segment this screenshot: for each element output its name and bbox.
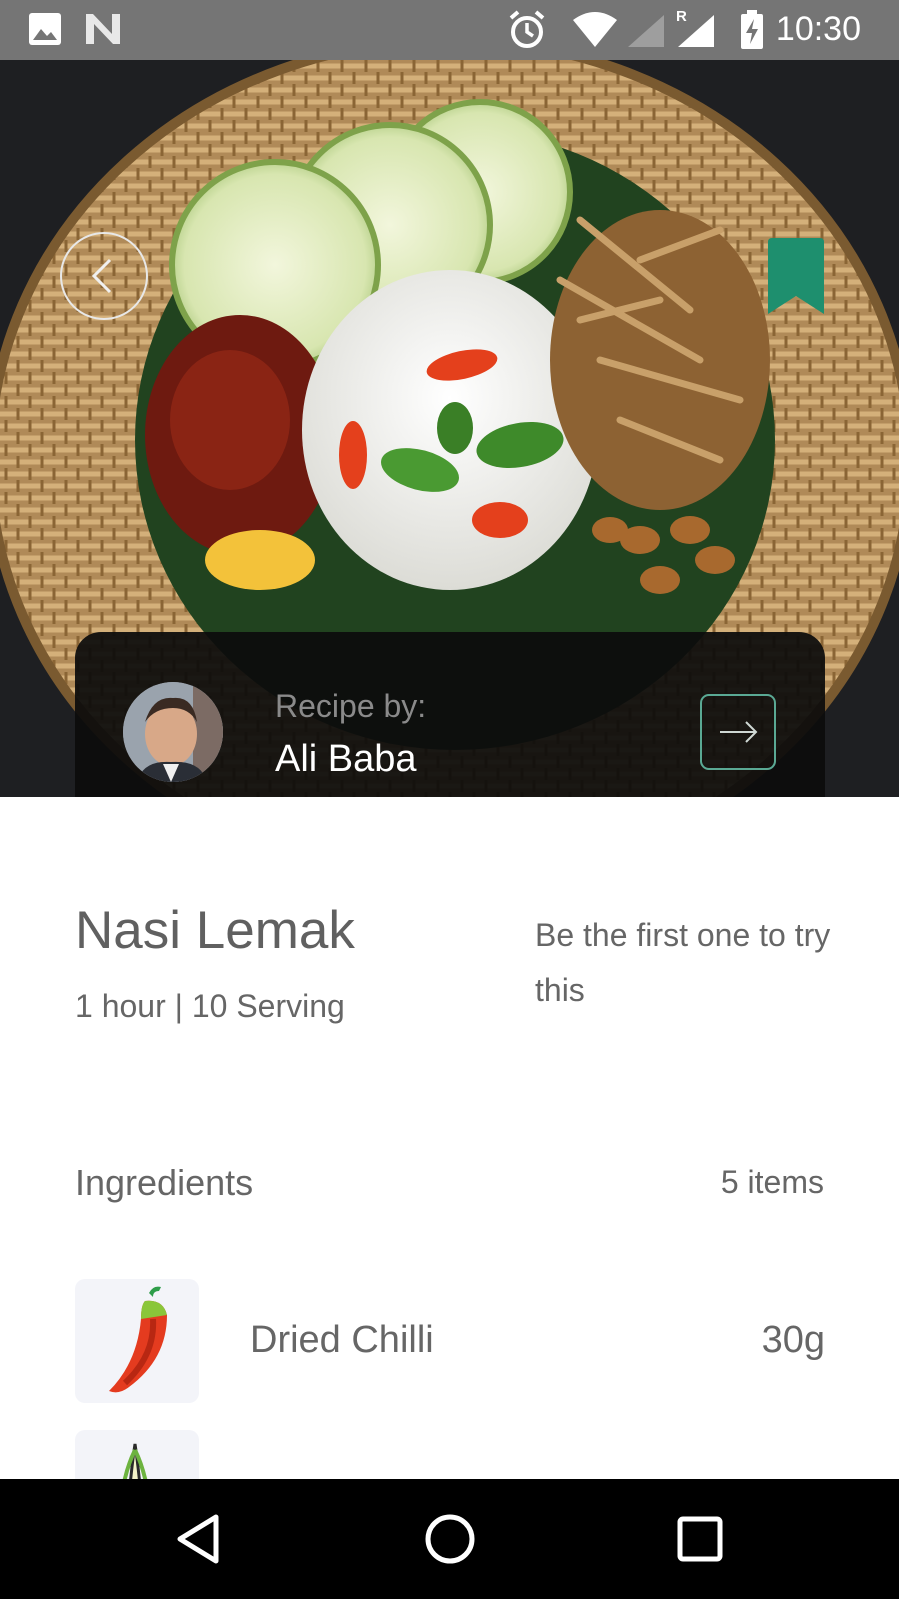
n-logo-icon (84, 12, 122, 51)
ingredient-row[interactable] (75, 1430, 825, 1479)
ingredients-heading: Ingredients (75, 1162, 254, 1203)
bookmark-button[interactable] (768, 238, 824, 314)
nav-home-icon (425, 1514, 475, 1564)
author-photo (123, 682, 223, 782)
lemongrass-icon (122, 1443, 148, 1479)
avatar[interactable] (123, 682, 223, 782)
back-button[interactable] (60, 232, 148, 320)
battery-charging-icon (740, 10, 764, 55)
status-bar: R 10:30 (0, 0, 899, 60)
nav-recents-button[interactable] (672, 1511, 728, 1567)
author-name: Ali Baba (275, 738, 417, 780)
author-card[interactable]: Recipe by: Ali Baba (75, 632, 825, 797)
author-profile-button[interactable] (700, 694, 776, 770)
ingredient-qty: 30g (761, 1319, 825, 1361)
ingredient-thumb (75, 1279, 199, 1403)
signal-icon (626, 14, 666, 53)
recipe-title: Nasi Lemak (75, 901, 355, 960)
try-prompt[interactable]: Be the first one to try this (535, 908, 835, 1018)
wifi-icon (572, 12, 618, 53)
arrow-right-icon (720, 721, 758, 743)
recipe-meta: 1 hour | 10 Serving (75, 988, 345, 1024)
nav-back-button[interactable] (172, 1511, 228, 1567)
signal-icon (676, 14, 716, 53)
ingredient-thumb (75, 1430, 199, 1479)
nav-recents-icon (677, 1516, 723, 1562)
alarm-icon (508, 10, 546, 55)
status-time: 10:30 (775, 10, 861, 48)
nav-home-button[interactable] (422, 1511, 478, 1567)
chilli-icon (109, 1286, 167, 1393)
ingredient-row[interactable]: Dried Chilli 30g (75, 1279, 825, 1403)
ingredients-count: 5 items (720, 1164, 824, 1200)
navigation-bar (0, 1479, 899, 1599)
nav-back-icon (177, 1514, 219, 1564)
image-icon (28, 12, 62, 51)
ingredient-name: Dried Chilli (250, 1319, 434, 1361)
bookmark-icon (768, 238, 824, 314)
chevron-left-icon (91, 258, 112, 294)
recipe-by-label: Recipe by: (275, 688, 427, 724)
recipe-hero-image: Recipe by: Ali Baba (0, 60, 899, 797)
